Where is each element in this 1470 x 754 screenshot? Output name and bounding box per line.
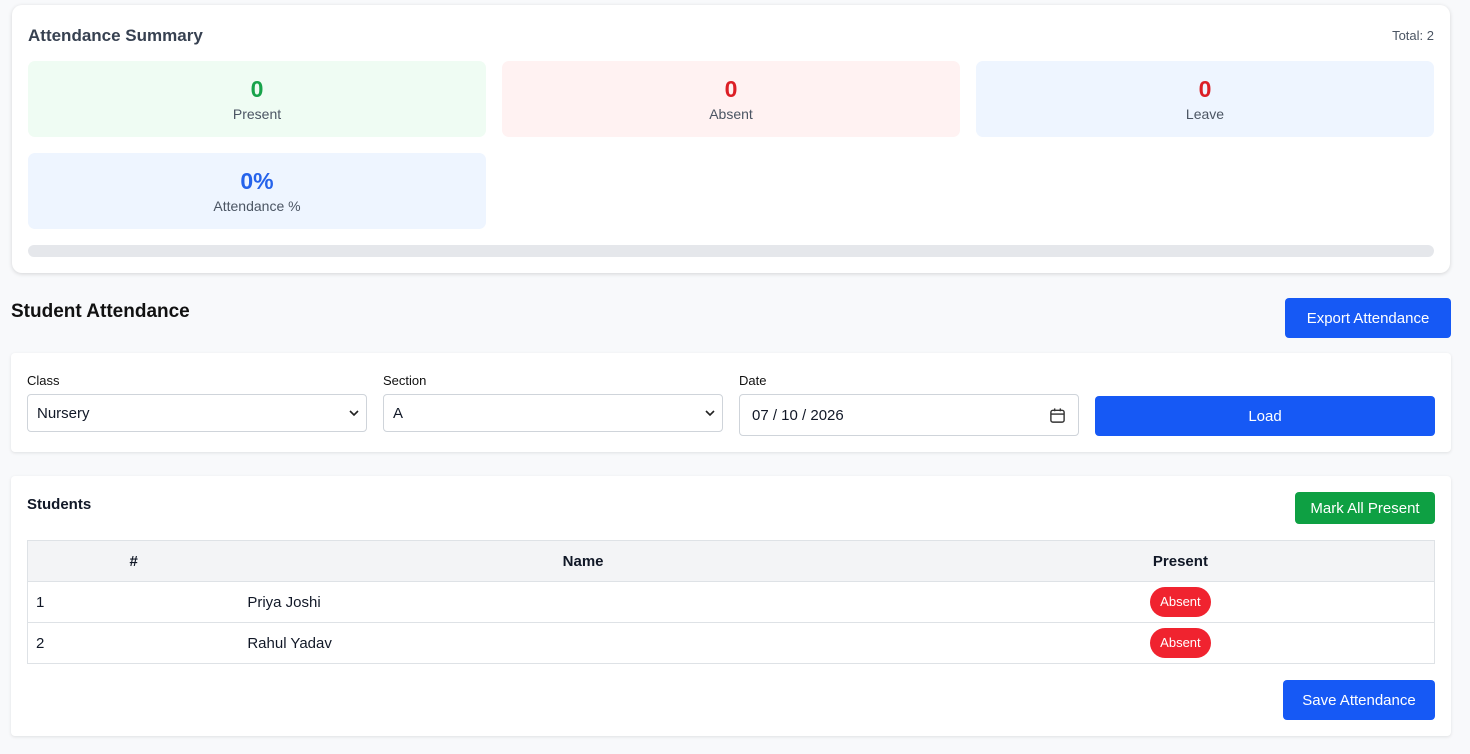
table-row: 2 Rahul Yadav Absent xyxy=(27,622,1435,664)
section-label: Section xyxy=(383,373,427,388)
section-select-value: A xyxy=(393,404,404,422)
table-header-row: # Name Present xyxy=(27,540,1435,582)
attendance-percent-value: 0% xyxy=(240,168,274,194)
chevron-down-icon xyxy=(349,410,359,417)
present-label: Present xyxy=(232,106,282,122)
leave-stat: 0 Leave xyxy=(976,61,1434,137)
load-button[interactable]: Load xyxy=(1095,396,1435,436)
present-cell: Absent xyxy=(926,581,1435,623)
absent-stat: 0 Absent xyxy=(502,61,960,137)
attendance-status-toggle[interactable]: Absent xyxy=(1150,628,1211,658)
row-number: 2 xyxy=(27,622,240,664)
students-title: Students xyxy=(27,496,92,513)
present-stat: 0 Present xyxy=(28,61,486,137)
attendance-status-toggle[interactable]: Absent xyxy=(1150,587,1211,617)
class-select[interactable]: Nursery xyxy=(27,394,367,432)
page-title: Student Attendance xyxy=(11,301,190,322)
student-name: Priya Joshi xyxy=(239,581,927,623)
chevron-down-icon xyxy=(705,410,715,417)
section-select[interactable]: A xyxy=(383,394,723,432)
summary-title: Attendance Summary xyxy=(28,26,203,45)
table-row: 1 Priya Joshi Absent xyxy=(27,581,1435,623)
column-header-name: Name xyxy=(239,540,927,582)
save-attendance-button[interactable]: Save Attendance xyxy=(1283,680,1435,720)
filter-card: Class Nursery Section A Date 07 / 10 / 2… xyxy=(11,353,1451,452)
column-header-number: # xyxy=(27,540,240,582)
row-number: 1 xyxy=(27,581,240,623)
export-attendance-button[interactable]: Export Attendance xyxy=(1285,298,1451,338)
date-label: Date xyxy=(739,373,767,388)
absent-count: 0 xyxy=(724,76,738,102)
leave-count: 0 xyxy=(1198,76,1212,102)
mark-all-present-button[interactable]: Mark All Present xyxy=(1295,492,1435,524)
present-count: 0 xyxy=(250,76,264,102)
class-select-value: Nursery xyxy=(37,404,90,422)
students-card: Students Mark All Present # Name Present… xyxy=(11,476,1451,736)
students-table: # Name Present 1 Priya Joshi Absent 2 Ra… xyxy=(27,540,1435,664)
summary-total: Total: 2 xyxy=(1392,28,1434,43)
attendance-progress-bar xyxy=(28,245,1434,257)
date-input-value: 07 / 10 / 2026 xyxy=(752,406,844,424)
present-cell: Absent xyxy=(926,622,1435,664)
absent-label: Absent xyxy=(709,106,753,122)
class-label: Class xyxy=(27,373,60,388)
calendar-icon[interactable] xyxy=(1049,407,1066,424)
attendance-percent-stat: 0% Attendance % xyxy=(28,153,486,229)
student-name: Rahul Yadav xyxy=(239,622,927,664)
attendance-summary-card: Attendance Summary Total: 2 0 Present 0 … xyxy=(12,5,1450,273)
date-input[interactable]: 07 / 10 / 2026 xyxy=(739,394,1079,436)
column-header-present: Present xyxy=(926,540,1435,582)
leave-label: Leave xyxy=(1185,106,1225,122)
attendance-percent-label: Attendance % xyxy=(213,198,301,214)
